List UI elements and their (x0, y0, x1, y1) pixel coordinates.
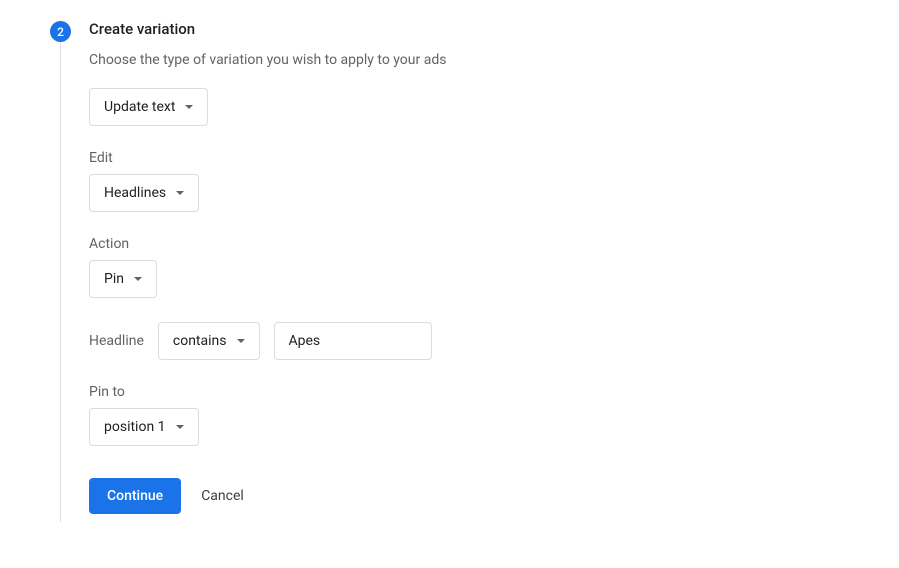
variation-type-value: Update text (104, 99, 175, 115)
edit-value: Headlines (104, 185, 166, 201)
variation-type-dropdown[interactable]: Update text (89, 88, 208, 126)
headline-operator-value: contains (173, 333, 227, 349)
cancel-button[interactable]: Cancel (201, 488, 244, 504)
pin-to-label: Pin to (89, 384, 899, 400)
action-value: Pin (104, 271, 124, 287)
edit-label: Edit (89, 150, 899, 166)
chevron-down-icon (134, 277, 142, 281)
headline-operator-dropdown[interactable]: contains (158, 322, 260, 360)
step-title: Create variation (89, 20, 899, 38)
headline-label: Headline (89, 333, 144, 349)
continue-button[interactable]: Continue (89, 478, 181, 514)
edit-dropdown[interactable]: Headlines (89, 174, 199, 212)
chevron-down-icon (237, 339, 245, 343)
step-number-badge: 2 (50, 21, 71, 42)
headline-text-input[interactable] (274, 322, 432, 360)
chevron-down-icon (176, 425, 184, 429)
pin-to-dropdown[interactable]: position 1 (89, 408, 199, 446)
chevron-down-icon (185, 105, 193, 109)
action-dropdown[interactable]: Pin (89, 260, 157, 298)
action-label: Action (89, 236, 899, 252)
chevron-down-icon (176, 191, 184, 195)
pin-to-value: position 1 (104, 419, 166, 435)
step-description: Choose the type of variation you wish to… (89, 52, 899, 68)
